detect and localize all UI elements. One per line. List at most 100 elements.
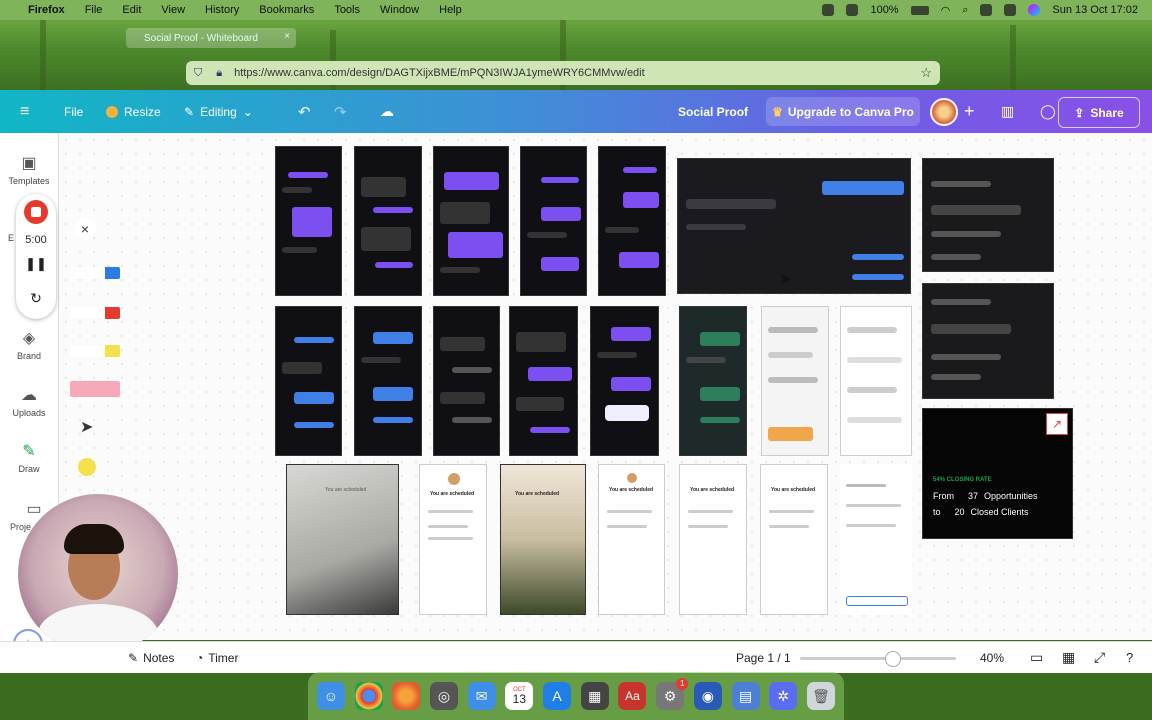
fullscreen-icon[interactable]: ⤢ xyxy=(1094,642,1105,673)
close-draw-panel-button[interactable]: × xyxy=(74,218,96,240)
menu-window[interactable]: Window xyxy=(380,4,419,16)
preview-icon[interactable]: ▤ xyxy=(731,682,760,710)
music-status-icon[interactable] xyxy=(846,4,859,16)
menu-history[interactable]: History xyxy=(205,4,239,16)
document-title[interactable]: Social Proof xyxy=(678,90,748,133)
add-collaborator-icon[interactable]: + xyxy=(964,90,975,133)
trash-icon[interactable]: 🗑︎ xyxy=(806,682,835,710)
insights-chart-icon[interactable]: ▥ xyxy=(1001,90,1014,133)
gear-status-icon[interactable] xyxy=(822,4,835,16)
scheduled-screenshot[interactable]: You are scheduled xyxy=(679,464,747,615)
color-swatch-yellow[interactable] xyxy=(78,458,96,476)
firefox-icon[interactable] xyxy=(392,682,421,710)
timer-button[interactable]: ◔ Timer xyxy=(196,642,238,673)
sidebar-item-templates[interactable]: ▣ Templates xyxy=(0,153,58,186)
chat-screenshot-green[interactable] xyxy=(679,306,747,456)
menu-tools[interactable]: Tools xyxy=(334,4,360,16)
chat-screenshot[interactable] xyxy=(354,306,422,456)
dictionary-icon[interactable]: Aa xyxy=(618,682,647,710)
system-settings-icon[interactable]: ⚙ 1 xyxy=(656,678,689,710)
siri-icon[interactable] xyxy=(1028,4,1041,16)
quicktime-icon[interactable]: ◉ xyxy=(693,682,722,710)
event-details-screenshot[interactable] xyxy=(840,464,912,615)
scheduled-photo[interactable]: You are scheduled xyxy=(286,464,399,615)
desktop-view-icon[interactable]: ▭ xyxy=(1030,642,1043,673)
pause-icon[interactable]: ❚❚ xyxy=(16,256,56,272)
grid-view-icon[interactable]: ▦ xyxy=(1062,642,1075,673)
menu-file[interactable]: File xyxy=(85,4,103,16)
chat-screenshot[interactable] xyxy=(433,146,509,296)
scheduled-screenshot[interactable]: You are scheduled xyxy=(598,464,665,615)
browser-tab[interactable]: Social Proof - Whiteboard × xyxy=(126,28,296,48)
zoom-app-icon[interactable]: ✲ xyxy=(769,682,798,710)
shield-icon[interactable]: ⛉ xyxy=(194,67,202,80)
share-button[interactable]: ⇪ Share xyxy=(1058,97,1140,128)
chat-screenshot[interactable] xyxy=(275,146,342,296)
wifi-icon[interactable]: ◠ xyxy=(941,4,951,17)
messenger-desktop-screenshot[interactable] xyxy=(677,158,911,294)
chat-screenshot-wide[interactable] xyxy=(922,283,1054,399)
redo-icon[interactable]: ↷ xyxy=(334,90,347,133)
chat-screenshot[interactable] xyxy=(520,146,587,296)
calculator-icon[interactable]: ▦ xyxy=(580,682,609,710)
menu-view[interactable]: View xyxy=(161,4,185,16)
user-avatar[interactable] xyxy=(930,98,958,126)
close-tab-icon[interactable]: × xyxy=(284,31,290,42)
restart-icon[interactable]: ↻ xyxy=(16,290,56,307)
chat-screenshot[interactable] xyxy=(354,146,422,296)
undo-icon[interactable]: ↶ xyxy=(298,90,311,133)
chat-screenshot[interactable] xyxy=(275,306,342,456)
sidebar-item-draw[interactable]: ✎ Draw xyxy=(0,441,58,474)
calendar-icon[interactable]: OCT 13 xyxy=(505,682,534,710)
select-arrow-icon[interactable]: ➤ xyxy=(80,417,93,437)
page-indicator[interactable]: Page 1 / 1 xyxy=(736,642,791,673)
cloud-save-icon[interactable]: ☁ xyxy=(380,90,394,133)
help-icon[interactable]: ? xyxy=(1126,642,1133,673)
highlighter-yellow-tool[interactable] xyxy=(70,345,120,357)
comments-icon[interactable]: ◯ xyxy=(1040,90,1056,133)
bookmark-star-icon[interactable]: ☆ xyxy=(920,65,932,81)
app-store-icon[interactable]: A xyxy=(543,682,572,710)
chat-screenshot[interactable] xyxy=(598,146,666,296)
chat-screenshot-light[interactable] xyxy=(840,306,912,456)
chat-screenshot[interactable] xyxy=(509,306,578,456)
menu-bookmarks[interactable]: Bookmarks xyxy=(259,4,314,16)
zoom-level[interactable]: 40% xyxy=(980,642,1004,673)
scheduled-screenshot[interactable]: You are scheduled xyxy=(760,464,828,615)
chat-screenshot-wide[interactable] xyxy=(922,158,1054,272)
sidebar-item-brand[interactable]: ◈ Brand xyxy=(0,328,58,361)
closing-rate-card[interactable]: ↗ 54% CLOSING RATE From 37 Opportunities… xyxy=(922,408,1073,539)
whiteboard-canvas[interactable]: ↗ 54% CLOSING RATE From 37 Opportunities… xyxy=(59,133,1152,640)
eraser-tool[interactable] xyxy=(70,381,120,397)
scheduled-screenshot[interactable]: You are scheduled xyxy=(419,464,487,615)
sidebar-item-uploads[interactable]: ☁ Uploads xyxy=(0,385,58,418)
editing-mode-dropdown[interactable]: ✎ Editing ⌄ xyxy=(184,90,253,133)
file-menu[interactable]: File xyxy=(64,90,83,133)
scheduled-photo[interactable]: You are scheduled xyxy=(500,464,586,615)
chat-screenshot-calendly[interactable] xyxy=(590,306,659,456)
mail-icon[interactable]: ✉ xyxy=(467,682,496,710)
finder-icon[interactable]: ☺ xyxy=(316,682,345,710)
stop-recording-button[interactable] xyxy=(24,200,48,224)
chat-screenshot[interactable] xyxy=(433,306,500,456)
menu-app-firefox[interactable]: Firefox xyxy=(28,4,65,16)
clock-datetime[interactable]: Sun 13 Oct 17:02 xyxy=(1052,4,1138,16)
address-bar[interactable]: ⛉ 🔒︎ https://www.canva.com/design/DAGTXi… xyxy=(186,61,940,85)
hamburger-menu-icon[interactable]: ≡ xyxy=(20,90,29,133)
control-center-icon[interactable] xyxy=(1004,4,1017,16)
menu-edit[interactable]: Edit xyxy=(122,4,141,16)
resize-button[interactable]: Resize xyxy=(106,90,161,133)
screenshot-icon[interactable]: ◎ xyxy=(429,682,458,710)
zoom-slider-track[interactable] xyxy=(800,657,956,660)
chat-screenshot-light[interactable] xyxy=(761,306,829,456)
text-input-icon[interactable] xyxy=(980,4,993,16)
pen-blue-tool[interactable] xyxy=(70,267,120,279)
menu-help[interactable]: Help xyxy=(439,4,462,16)
search-icon[interactable]: ⌕ xyxy=(962,4,968,17)
notes-button[interactable]: ✎ Notes xyxy=(128,642,174,673)
marker-red-tool[interactable] xyxy=(70,307,120,319)
upgrade-button[interactable]: ♛ Upgrade to Canva Pro xyxy=(766,97,920,126)
battery-icon[interactable] xyxy=(910,5,929,15)
lock-icon[interactable]: 🔒︎ xyxy=(216,67,222,80)
chrome-icon[interactable] xyxy=(354,682,383,710)
